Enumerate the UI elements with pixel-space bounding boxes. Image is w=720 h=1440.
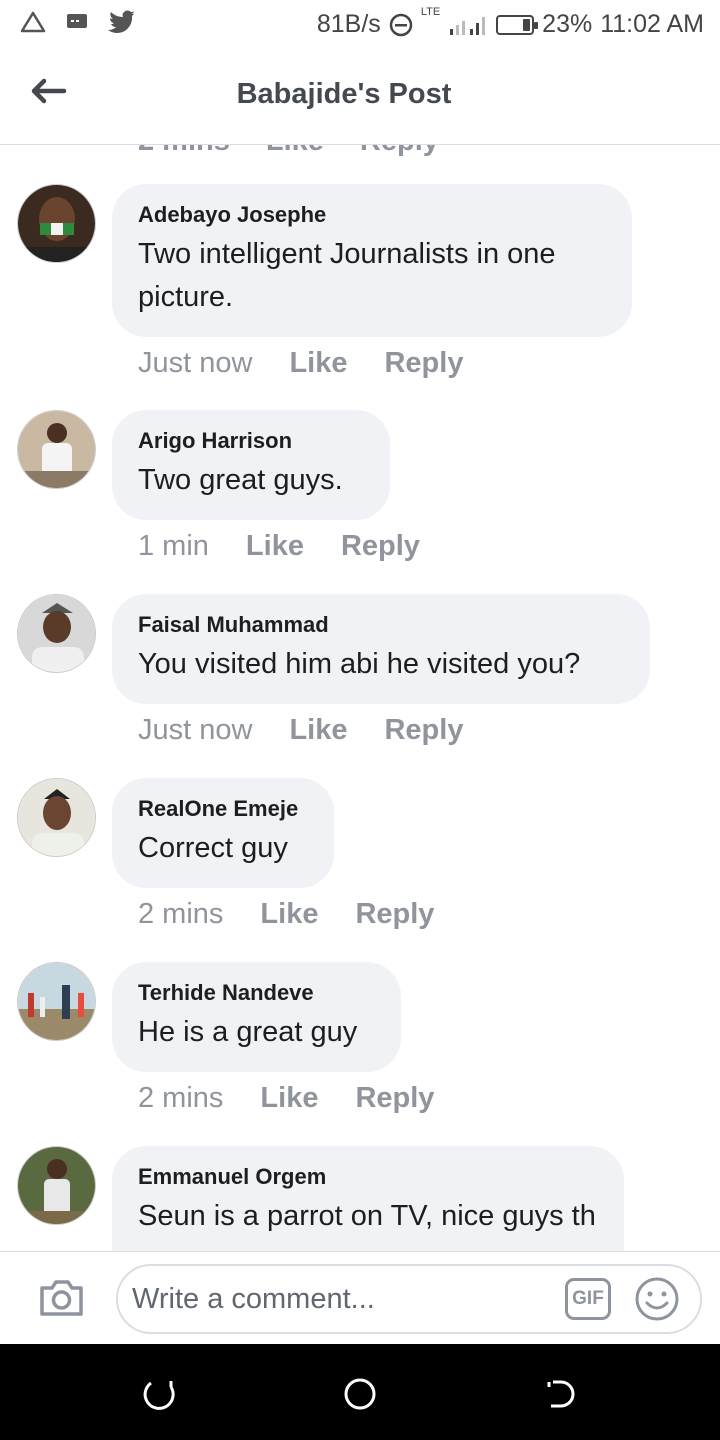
lte-indicator: LTE	[420, 6, 441, 18]
comment-input-placeholder: Write a comment...	[132, 1283, 375, 1315]
previous-comment-meta: 2 mins Like Reply	[138, 145, 439, 158]
comment-bubble: Arigo Harrison Two great guys.	[112, 410, 390, 520]
comment-bubble: Faisal Muhammad You visited him abi he v…	[112, 594, 650, 704]
comment-actions: Just now Like Reply	[138, 714, 463, 747]
avatar[interactable]	[17, 1146, 96, 1225]
system-nav-bar	[0, 1344, 720, 1440]
comment-text: Two intelligent Journalists in one pictu…	[138, 238, 556, 313]
comment-bubble: Adebayo Josephe Two intelligent Journali…	[112, 184, 632, 337]
network-speed: 81B/s	[316, 10, 381, 38]
comment-bubble: Emmanuel Orgem Seun is a parrot on TV, n…	[112, 1146, 624, 1251]
comment-text: You visited him abi he visited you?	[138, 648, 581, 680]
comment-time: 2 mins	[138, 1082, 224, 1114]
reply-button[interactable]: Reply	[384, 347, 463, 380]
comment-time: Just now	[138, 347, 253, 379]
commenter-name[interactable]: Emmanuel Orgem	[138, 1164, 598, 1190]
emoji-icon[interactable]	[634, 1276, 680, 1322]
comments-feed[interactable]: 2 mins Like Reply Adebayo Josephe Two in…	[0, 145, 720, 1251]
comment-text: He is a great guy	[138, 1016, 358, 1048]
gif-button[interactable]: GIF	[565, 1278, 611, 1320]
comment-actions: 2 mins Like Reply	[138, 1082, 434, 1115]
comment-text: Two great guys.	[138, 464, 343, 496]
avatar[interactable]	[17, 962, 96, 1041]
like-button[interactable]: Like	[289, 714, 347, 747]
avatar[interactable]	[17, 410, 96, 489]
comment-text: Correct guy	[138, 832, 288, 864]
back-icon[interactable]	[543, 1377, 577, 1411]
alert-triangle-icon	[20, 11, 46, 33]
comment-bubble: RealOne Emeje Correct guy	[112, 778, 334, 888]
reply-button[interactable]: Reply	[341, 530, 420, 563]
comment-actions: 2 mins Like Reply	[138, 898, 434, 931]
comment-bubble: Terhide Nandeve He is a great guy	[112, 962, 401, 1072]
commenter-name[interactable]: Terhide Nandeve	[138, 980, 375, 1006]
like-button[interactable]: Like	[246, 530, 304, 563]
reply-button[interactable]: Reply	[384, 714, 463, 747]
avatar[interactable]	[17, 594, 96, 673]
comment-time: 2 mins	[138, 898, 224, 930]
clock: 11:02 AM	[600, 10, 704, 38]
like-button[interactable]: Like	[289, 347, 347, 380]
like-button[interactable]: Like	[260, 898, 318, 931]
comment-text: Seun is a parrot on TV, nice guys th	[138, 1200, 596, 1232]
post-header: Babajide's Post	[0, 50, 720, 145]
camera-icon[interactable]	[38, 1278, 85, 1318]
comment-input[interactable]: Write a comment... GIF	[116, 1264, 702, 1334]
message-icon	[67, 14, 87, 28]
avatar[interactable]	[17, 778, 96, 857]
comment-time: 1 min	[138, 530, 209, 562]
home-icon[interactable]	[343, 1377, 377, 1411]
page-title: Babajide's Post	[236, 78, 452, 110]
status-bar: 81B/s LTE 23% 11:02 AM	[0, 0, 720, 50]
comment-actions: Just now Like Reply	[138, 347, 463, 380]
battery-icon	[496, 14, 539, 35]
dnd-icon	[389, 13, 413, 36]
comment-composer: Write a comment... GIF	[0, 1251, 720, 1344]
like-button[interactable]: Like	[266, 145, 324, 158]
comment-time: 2 mins	[138, 145, 230, 158]
avatar[interactable]	[17, 184, 96, 263]
signal-icon	[450, 16, 486, 35]
commenter-name[interactable]: Arigo Harrison	[138, 428, 364, 454]
commenter-name[interactable]: Adebayo Josephe	[138, 202, 606, 228]
comment-time: Just now	[138, 714, 253, 746]
twitter-icon	[108, 10, 135, 33]
reply-button[interactable]: Reply	[355, 1082, 434, 1115]
commenter-name[interactable]: RealOne Emeje	[138, 796, 308, 822]
comment-actions: 1 min Like Reply	[138, 530, 420, 563]
commenter-name[interactable]: Faisal Muhammad	[138, 612, 624, 638]
battery-percent: 23%	[542, 10, 593, 38]
reply-button[interactable]: Reply	[360, 145, 439, 158]
like-button[interactable]: Like	[260, 1082, 318, 1115]
recent-apps-icon[interactable]	[143, 1377, 177, 1411]
reply-button[interactable]: Reply	[355, 898, 434, 931]
